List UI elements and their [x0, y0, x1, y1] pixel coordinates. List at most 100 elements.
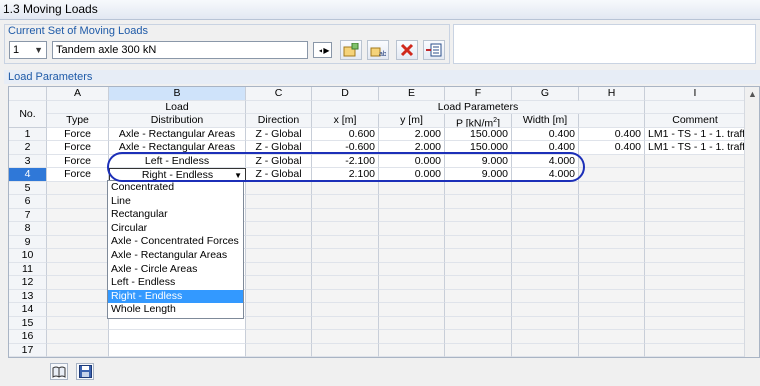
width-cell[interactable]: [512, 222, 579, 236]
y-cell[interactable]: 2.000: [379, 127, 445, 141]
h-cell[interactable]: [579, 276, 645, 290]
x-cell[interactable]: 2.100: [312, 168, 379, 182]
col-header-g[interactable]: G: [512, 87, 579, 101]
distribution-cell[interactable]: [109, 330, 246, 344]
x-cell[interactable]: [312, 222, 379, 236]
width-cell[interactable]: 4.000: [512, 168, 579, 182]
library-button[interactable]: [50, 363, 68, 380]
p-cell[interactable]: [445, 303, 512, 317]
row-number[interactable]: 10: [9, 249, 47, 263]
comment-cell[interactable]: [645, 235, 746, 249]
direction-cell[interactable]: [246, 343, 312, 357]
p-cell[interactable]: 150.000: [445, 141, 512, 155]
x-cell[interactable]: [312, 289, 379, 303]
y-cell[interactable]: 2.000: [379, 141, 445, 155]
col-header-i[interactable]: I: [645, 87, 746, 101]
comment-cell[interactable]: [645, 289, 746, 303]
type-cell[interactable]: [47, 303, 109, 317]
delete-button[interactable]: [396, 40, 418, 60]
direction-cell[interactable]: [246, 276, 312, 290]
x-cell[interactable]: [312, 235, 379, 249]
x-cell[interactable]: [312, 208, 379, 222]
y-cell[interactable]: [379, 343, 445, 357]
dropdown-option[interactable]: Axle - Circle Areas: [108, 263, 243, 277]
row-number[interactable]: 11: [9, 262, 47, 276]
col-header-b[interactable]: B: [109, 87, 246, 101]
direction-cell[interactable]: Z - Global: [246, 168, 312, 182]
x-cell[interactable]: [312, 195, 379, 209]
col-header-f[interactable]: F: [445, 87, 512, 101]
type-cell[interactable]: [47, 343, 109, 357]
comment-cell[interactable]: LM1 - TS - 1 - 1. traffic: [645, 141, 746, 155]
direction-cell[interactable]: [246, 316, 312, 330]
x-cell[interactable]: [312, 343, 379, 357]
direction-cell[interactable]: [246, 330, 312, 344]
y-cell[interactable]: [379, 262, 445, 276]
type-cell[interactable]: [47, 249, 109, 263]
x-cell[interactable]: [312, 276, 379, 290]
y-cell[interactable]: 0.000: [379, 168, 445, 182]
row-number[interactable]: 16: [9, 330, 47, 344]
comment-cell[interactable]: [645, 330, 746, 344]
p-cell[interactable]: [445, 289, 512, 303]
p-cell[interactable]: [445, 181, 512, 195]
p-cell[interactable]: [445, 276, 512, 290]
p-cell[interactable]: [445, 222, 512, 236]
set-number-select[interactable]: 1 ▼: [9, 41, 47, 59]
dropdown-option[interactable]: Circular: [108, 222, 243, 236]
rename-button[interactable]: ab: [367, 40, 389, 60]
y-cell[interactable]: [379, 208, 445, 222]
x-cell[interactable]: -0.600: [312, 141, 379, 155]
distribution-dropdown-list[interactable]: Concentrated Line Rectangular Circular Axle …: [107, 180, 244, 319]
width-cell[interactable]: 4.000: [512, 154, 579, 168]
scroll-up-icon[interactable]: ▲: [745, 87, 759, 102]
comment-cell[interactable]: [645, 154, 746, 168]
type-cell[interactable]: [47, 222, 109, 236]
p-cell[interactable]: [445, 316, 512, 330]
comment-cell[interactable]: LM1 - TS - 1 - 1. traffic: [645, 127, 746, 141]
direction-cell[interactable]: [246, 208, 312, 222]
h-cell[interactable]: [579, 316, 645, 330]
y-cell[interactable]: [379, 289, 445, 303]
h-cell[interactable]: [579, 249, 645, 263]
y-cell[interactable]: [379, 276, 445, 290]
direction-cell[interactable]: [246, 235, 312, 249]
h-cell[interactable]: [579, 168, 645, 182]
row-number[interactable]: 12: [9, 276, 47, 290]
x-cell[interactable]: [312, 330, 379, 344]
row-number[interactable]: 17: [9, 343, 47, 357]
direction-cell[interactable]: [246, 222, 312, 236]
width-cell[interactable]: [512, 262, 579, 276]
width-cell[interactable]: [512, 235, 579, 249]
comment-cell[interactable]: [645, 222, 746, 236]
x-cell[interactable]: [312, 249, 379, 263]
p-cell[interactable]: [445, 343, 512, 357]
col-header-d[interactable]: D: [312, 87, 379, 101]
dropdown-option[interactable]: Line: [108, 195, 243, 209]
type-cell[interactable]: [47, 262, 109, 276]
comment-cell[interactable]: [645, 343, 746, 357]
comment-cell[interactable]: [645, 195, 746, 209]
width-cell[interactable]: [512, 330, 579, 344]
type-cell[interactable]: Force: [47, 154, 109, 168]
type-cell[interactable]: [47, 276, 109, 290]
type-cell[interactable]: [47, 330, 109, 344]
row-number[interactable]: 15: [9, 316, 47, 330]
width-cell[interactable]: [512, 208, 579, 222]
row-number[interactable]: 6: [9, 195, 47, 209]
h-cell[interactable]: [579, 154, 645, 168]
row-number[interactable]: 8: [9, 222, 47, 236]
x-cell[interactable]: -2.100: [312, 154, 379, 168]
distribution-cell[interactable]: Axle - Rectangular Areas: [109, 141, 246, 155]
x-cell[interactable]: [312, 262, 379, 276]
table-row[interactable]: 3 Force Left - Endless Z - Global -2.100 0.00…: [9, 154, 746, 168]
y-cell[interactable]: [379, 249, 445, 263]
h-cell[interactable]: [579, 303, 645, 317]
row-number[interactable]: 4: [9, 168, 47, 182]
x-cell[interactable]: 0.600: [312, 127, 379, 141]
comment-cell[interactable]: [645, 168, 746, 182]
save-button[interactable]: [76, 363, 94, 380]
width-cell[interactable]: [512, 316, 579, 330]
row-number[interactable]: 7: [9, 208, 47, 222]
dropdown-option[interactable]: Left - Endless: [108, 276, 243, 290]
